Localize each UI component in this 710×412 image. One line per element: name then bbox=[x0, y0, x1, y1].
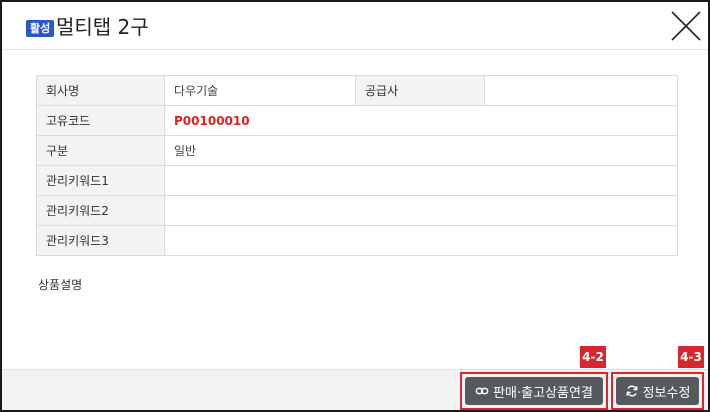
keyword3-label: 관리키워드3 bbox=[36, 225, 165, 256]
keyword1-label: 관리키워드1 bbox=[36, 165, 165, 196]
company-value: 다우기술 bbox=[164, 75, 356, 106]
keyword3-value bbox=[164, 225, 678, 256]
supplier-value bbox=[484, 75, 678, 106]
annotation-marker-4-2: 4-2 bbox=[580, 346, 606, 368]
table-row: 관리키워드1 bbox=[36, 165, 678, 196]
edit-info-label: 정보수정 bbox=[642, 385, 691, 401]
supplier-label: 공급사 bbox=[355, 75, 485, 106]
close-icon bbox=[671, 11, 701, 41]
annotation-marker-4-3: 4-3 bbox=[678, 346, 704, 368]
code-value: P00100010 bbox=[164, 105, 678, 136]
modal-header: 활성 멀티탭 2구 bbox=[2, 2, 708, 50]
refresh-icon bbox=[625, 385, 638, 397]
table-row: 관리키워드3 bbox=[36, 225, 678, 256]
code-label: 고유코드 bbox=[36, 105, 165, 136]
company-label: 회사명 bbox=[36, 75, 165, 106]
modal-title: 멀티탭 2구 bbox=[56, 15, 149, 39]
keyword2-value bbox=[164, 195, 678, 226]
edit-info-button[interactable]: 정보수정 bbox=[616, 377, 699, 405]
close-button[interactable] bbox=[668, 8, 704, 44]
link-products-button[interactable]: 판매·출고상품연결 bbox=[465, 377, 603, 405]
link-products-label: 판매·출고상품연결 bbox=[493, 385, 593, 401]
type-label: 구분 bbox=[36, 135, 165, 166]
link-icon bbox=[475, 387, 489, 395]
table-row: 구분 일반 bbox=[36, 135, 678, 166]
status-badge: 활성 bbox=[26, 20, 55, 37]
table-row: 고유코드 P00100010 bbox=[36, 105, 678, 136]
keyword1-value bbox=[164, 165, 678, 196]
description-label: 상품설명 bbox=[38, 278, 83, 292]
keyword2-label: 관리키워드2 bbox=[36, 195, 165, 226]
table-row: 관리키워드2 bbox=[36, 195, 678, 226]
type-value: 일반 bbox=[164, 135, 678, 166]
product-detail-modal: 활성 멀티탭 2구 회사명 다우기술 공급사 고유코드 P00100010 구분 bbox=[0, 0, 710, 412]
table-row: 회사명 다우기술 공급사 bbox=[36, 75, 678, 106]
product-info-table: 회사명 다우기술 공급사 고유코드 P00100010 구분 일반 관리키워드1… bbox=[36, 75, 678, 256]
